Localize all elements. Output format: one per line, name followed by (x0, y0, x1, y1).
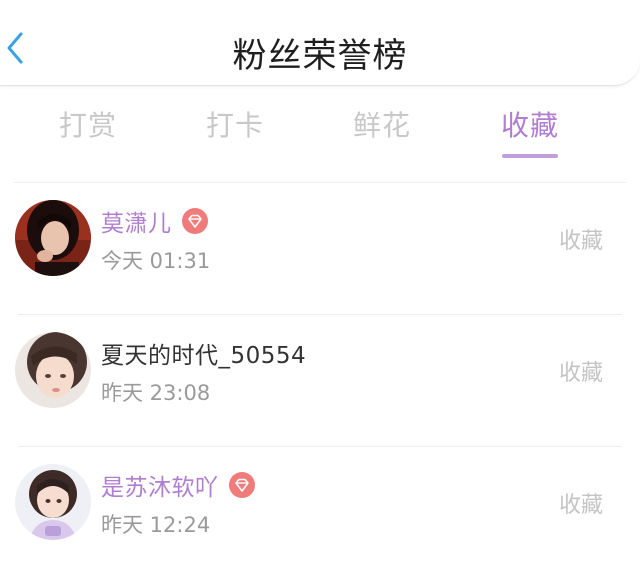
name-line: 夏天的时代_50554 (101, 335, 306, 371)
header: 粉丝荣誉榜 (0, 0, 640, 86)
tab-reward[interactable]: 打赏 (28, 104, 148, 144)
fan-time: 昨天 12:24 (101, 513, 211, 537)
fan-time: 昨天 23:08 (101, 381, 211, 405)
avatar[interactable] (15, 464, 91, 540)
fan-name[interactable]: 夏天的时代_50554 (101, 336, 306, 370)
fan-name[interactable]: 是苏沐软吖 (101, 468, 219, 502)
name-line: 是苏沐软吖 (101, 467, 255, 503)
tab-favorites-label: 收藏 (500, 109, 559, 142)
tab-checkin[interactable]: 打卡 (175, 104, 295, 144)
vip-badge-icon (228, 472, 255, 498)
avatar[interactable] (15, 200, 91, 276)
tab-favorites[interactable]: 收藏 (470, 104, 590, 158)
avatar-image (15, 200, 91, 276)
avatar-image (15, 332, 91, 408)
avatar-image (15, 464, 91, 540)
active-tab-indicator (502, 154, 558, 158)
vip-badge-icon (181, 208, 208, 234)
tab-bar: 打赏 打卡 鲜花 收藏 (0, 100, 640, 164)
page-title: 粉丝荣誉榜 (232, 36, 408, 76)
favorite-button[interactable]: 收藏 (559, 487, 603, 519)
list-item[interactable]: 莫潇儿 今天 01:31 收藏 (0, 183, 640, 315)
fan-name[interactable]: 莫潇儿 (101, 204, 172, 238)
tab-flowers[interactable]: 鲜花 (322, 104, 442, 144)
list-item[interactable]: 是苏沐软吖 昨天 12:24 收藏 (0, 447, 640, 564)
favorite-button[interactable]: 收藏 (559, 223, 603, 255)
name-line: 莫潇儿 (101, 203, 208, 239)
fan-time: 今天 01:31 (101, 249, 211, 273)
avatar[interactable] (15, 332, 91, 408)
list-item[interactable]: 夏天的时代_50554 昨天 23:08 收藏 (0, 315, 640, 447)
favorite-button[interactable]: 收藏 (559, 355, 603, 387)
